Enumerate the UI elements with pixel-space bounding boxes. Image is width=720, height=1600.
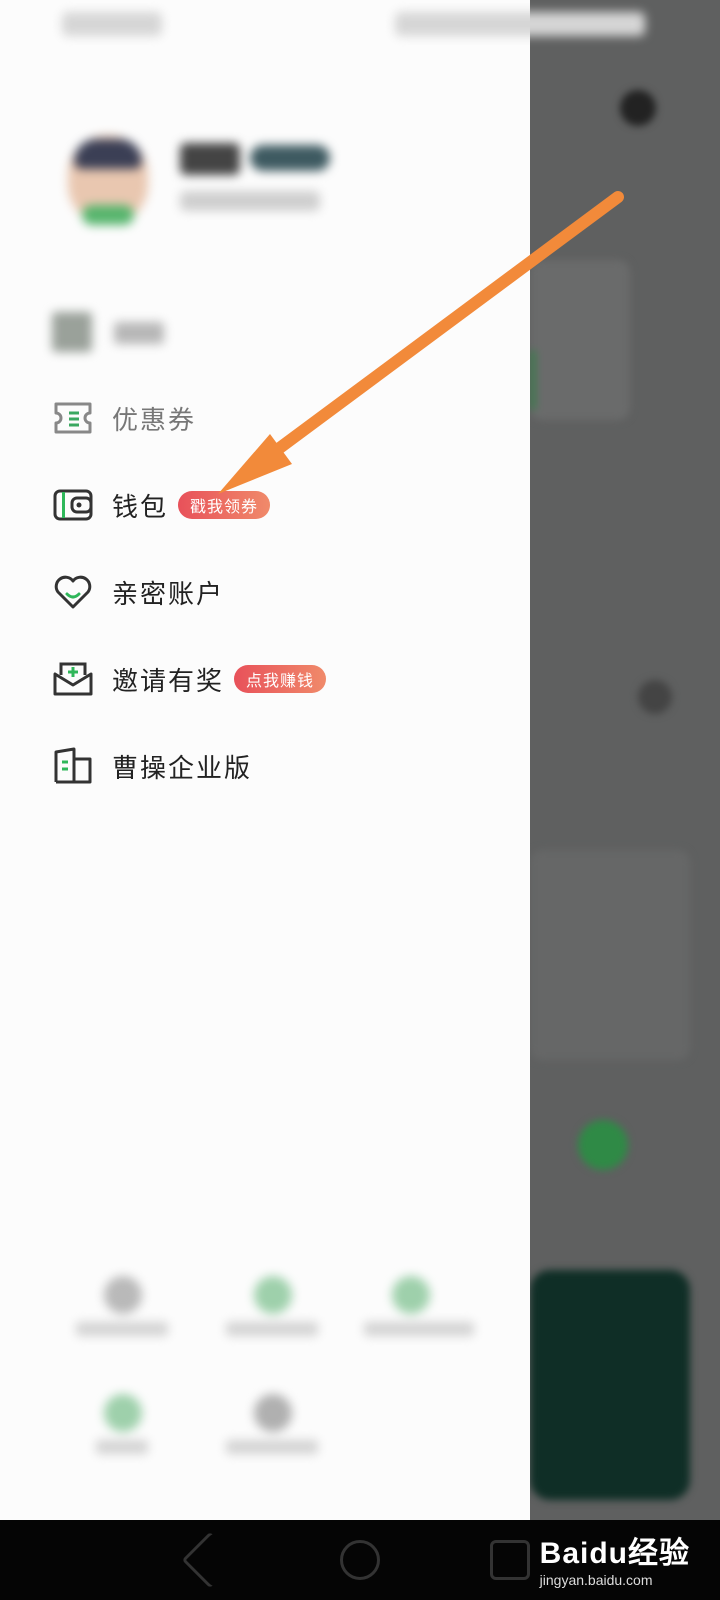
background-icon	[638, 680, 672, 714]
shortcut-label	[96, 1440, 148, 1454]
wallet-icon	[52, 484, 94, 526]
promo-badge: 点我赚钱	[234, 665, 327, 693]
shortcut-icon	[104, 1394, 142, 1432]
watermark-url: jingyan.baidu.com	[539, 1572, 653, 1588]
baidu-watermark: Baidu经验 jingyan.baidu.com	[540, 1528, 690, 1588]
menu-item-coupons[interactable]: 优惠券	[52, 388, 512, 448]
menu-item-label: 曹操企业版	[112, 753, 253, 784]
menu-item-invite[interactable]: 邀请有奖 点我赚钱	[52, 649, 512, 709]
background-icon	[578, 1120, 628, 1170]
heart-icon	[52, 571, 94, 613]
shortcut-item[interactable]	[350, 1260, 474, 1350]
menu-item-label: 邀请有奖	[112, 666, 225, 697]
status-indicators	[395, 12, 645, 36]
shortcut-label	[226, 1322, 318, 1336]
blurred-menu-label	[114, 322, 164, 344]
user-name-redacted	[180, 143, 240, 175]
user-subtitle-redacted	[180, 191, 320, 211]
shortcut-label	[226, 1440, 318, 1454]
building-icon	[52, 745, 94, 787]
avatar-shirt	[82, 205, 134, 225]
drawer-shortcut-grid	[0, 1250, 530, 1500]
shortcut-icon	[254, 1276, 292, 1314]
shortcut-item[interactable]	[212, 1260, 332, 1350]
shortcut-icon	[254, 1394, 292, 1432]
promo-badge: 戳我领券	[178, 491, 271, 519]
recents-icon[interactable]	[490, 1540, 530, 1580]
background-card	[530, 850, 690, 1060]
back-icon[interactable]	[181, 1531, 239, 1589]
avatar[interactable]	[68, 135, 148, 225]
background-accent	[530, 350, 536, 410]
menu-item-wallet[interactable]: 钱包 戳我领券	[52, 475, 512, 535]
avatar-hair	[74, 139, 142, 169]
shortcut-item[interactable]	[62, 1378, 182, 1468]
watermark-brand: Baidu经验	[539, 1537, 690, 1570]
shortcut-item[interactable]	[62, 1260, 182, 1350]
background-banner	[530, 1270, 690, 1500]
shortcut-icon	[104, 1276, 142, 1314]
gift-envelope-icon	[52, 658, 94, 700]
background-card	[530, 260, 630, 420]
shortcut-item[interactable]	[212, 1378, 332, 1468]
blurred-menu-item[interactable]	[52, 312, 202, 352]
menu-item-label: 亲密账户	[112, 579, 225, 610]
menu-item-label: 钱包	[112, 492, 169, 523]
menu-item-family-account[interactable]: 亲密账户	[52, 562, 512, 622]
shortcut-label	[364, 1322, 474, 1336]
menu-item-enterprise[interactable]: 曹操企业版	[52, 736, 512, 796]
background-icon	[620, 90, 656, 126]
menu-item-label: 优惠券	[112, 405, 197, 436]
coupon-icon	[52, 397, 94, 439]
background-app-overlay[interactable]	[530, 0, 720, 1600]
home-icon[interactable]	[340, 1540, 380, 1580]
side-drawer: 优惠券 钱包 戳我领券 亲密账户 邀请有奖 点我赚钱 曹操企业版	[0, 0, 645, 1520]
user-level-badge	[250, 145, 330, 171]
shortcut-label	[76, 1322, 168, 1336]
user-profile[interactable]	[60, 135, 380, 235]
status-time	[62, 12, 162, 36]
shortcut-icon	[392, 1276, 430, 1314]
blurred-menu-icon	[52, 312, 92, 352]
